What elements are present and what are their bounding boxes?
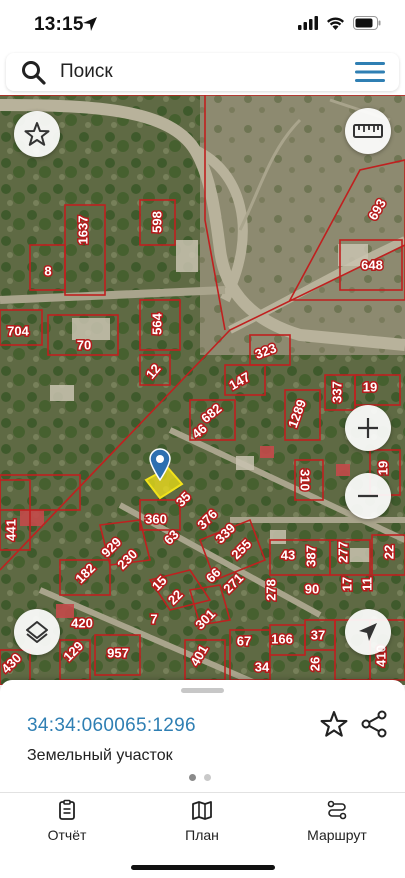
satellite-map-layer: 1637 598870470564126936483231476824612893… xyxy=(0,95,405,685)
page-dot-active xyxy=(189,774,196,781)
sheet-drag-handle[interactable] xyxy=(181,688,224,693)
plus-icon xyxy=(358,418,378,438)
share-icon[interactable] xyxy=(360,710,388,738)
parcel-type-label: Земельный участок xyxy=(27,747,173,764)
parcel-cadastral-number[interactable]: 34:34:060065:1296 xyxy=(27,715,196,737)
menu-icon[interactable] xyxy=(355,61,385,83)
home-indicator xyxy=(131,865,275,870)
parcel-number-label: 598 xyxy=(149,211,164,233)
location-services-icon xyxy=(83,17,97,31)
parcel-number-label: 67 xyxy=(237,633,251,648)
tab-plan-label: План xyxy=(185,827,219,843)
parcel-number-label: 564 xyxy=(149,312,164,334)
layers-button[interactable] xyxy=(14,609,60,655)
parcel-number-label: 387 xyxy=(303,545,318,567)
parcel-number-label: 26 xyxy=(307,657,322,671)
layers-icon xyxy=(26,621,48,643)
parcel-number-label: 166 xyxy=(271,631,293,646)
parcel-number-label: 37 xyxy=(311,627,325,642)
status-icons xyxy=(298,16,381,30)
parcel-number-label: 420 xyxy=(71,615,93,630)
tab-report[interactable]: Отчёт xyxy=(7,797,127,847)
route-icon xyxy=(327,800,347,820)
cadastral-map[interactable]: 1637 598 8 704 70 564 12 693 648 323 147 682 46 1289 3… xyxy=(0,95,405,685)
report-icon xyxy=(59,799,75,820)
status-time: 13:15 xyxy=(34,14,84,35)
parcel-number-label: 704 xyxy=(7,323,29,338)
parcel-number-label: 43 xyxy=(281,547,295,562)
parcel-number-label: 278 xyxy=(263,579,278,601)
parcel-number-label: 19 xyxy=(375,461,390,475)
parcel-number-label: 19 xyxy=(363,379,377,394)
wifi-icon xyxy=(327,17,344,30)
parcel-number-label: 648 xyxy=(361,257,383,272)
cellular-signal-icon xyxy=(298,16,318,30)
parcel-number-label: 17 xyxy=(339,577,354,591)
search-bar xyxy=(6,53,399,91)
parcel-number-label: 337 xyxy=(329,381,344,403)
parcel-number-label: 7 xyxy=(150,611,157,626)
parcel-number-label: 11 xyxy=(359,577,374,591)
favorite-parcel-star-icon[interactable] xyxy=(320,710,348,738)
page-dot xyxy=(204,774,211,781)
search-icon[interactable] xyxy=(20,59,48,87)
search-input[interactable] xyxy=(60,53,340,91)
zoom-in-button[interactable] xyxy=(345,405,391,451)
battery-icon xyxy=(353,16,381,30)
zoom-out-button[interactable] xyxy=(345,473,391,519)
parcel-number-label: 957 xyxy=(107,645,129,660)
parcel-bottom-sheet[interactable]: 34:34:060065:1296 Земельный участок xyxy=(0,680,405,792)
location-marker-icon xyxy=(149,448,171,481)
parcel-number-label: 1637 xyxy=(75,216,90,245)
tab-route[interactable]: Маршрут xyxy=(277,797,397,847)
parcel-number-label: 360 xyxy=(145,511,167,526)
parcel-number-label: 90 xyxy=(305,581,319,596)
star-icon xyxy=(24,122,50,146)
parcel-number-label: 70 xyxy=(77,337,91,352)
parcel-number-label: 8 xyxy=(44,263,51,278)
map-icon xyxy=(192,801,212,820)
minus-icon xyxy=(358,494,378,498)
favorite-map-button[interactable] xyxy=(14,111,60,157)
parcel-number-label: 22 xyxy=(381,545,396,559)
ruler-icon xyxy=(353,124,383,138)
status-bar: 13:15 xyxy=(0,0,405,52)
tab-route-label: Маршрут xyxy=(307,827,367,843)
locate-me-button[interactable] xyxy=(345,609,391,655)
tab-report-label: Отчёт xyxy=(47,827,87,843)
parcel-number-label: 34 xyxy=(255,659,270,674)
page-indicator xyxy=(189,774,211,781)
parcel-number-label: 441 xyxy=(3,519,18,541)
ruler-button[interactable] xyxy=(345,108,391,154)
parcel-number-label: 310 xyxy=(298,469,313,491)
parcel-number-label: 277 xyxy=(335,541,350,563)
tab-plan[interactable]: План xyxy=(142,797,262,847)
location-arrow-icon xyxy=(359,623,377,641)
